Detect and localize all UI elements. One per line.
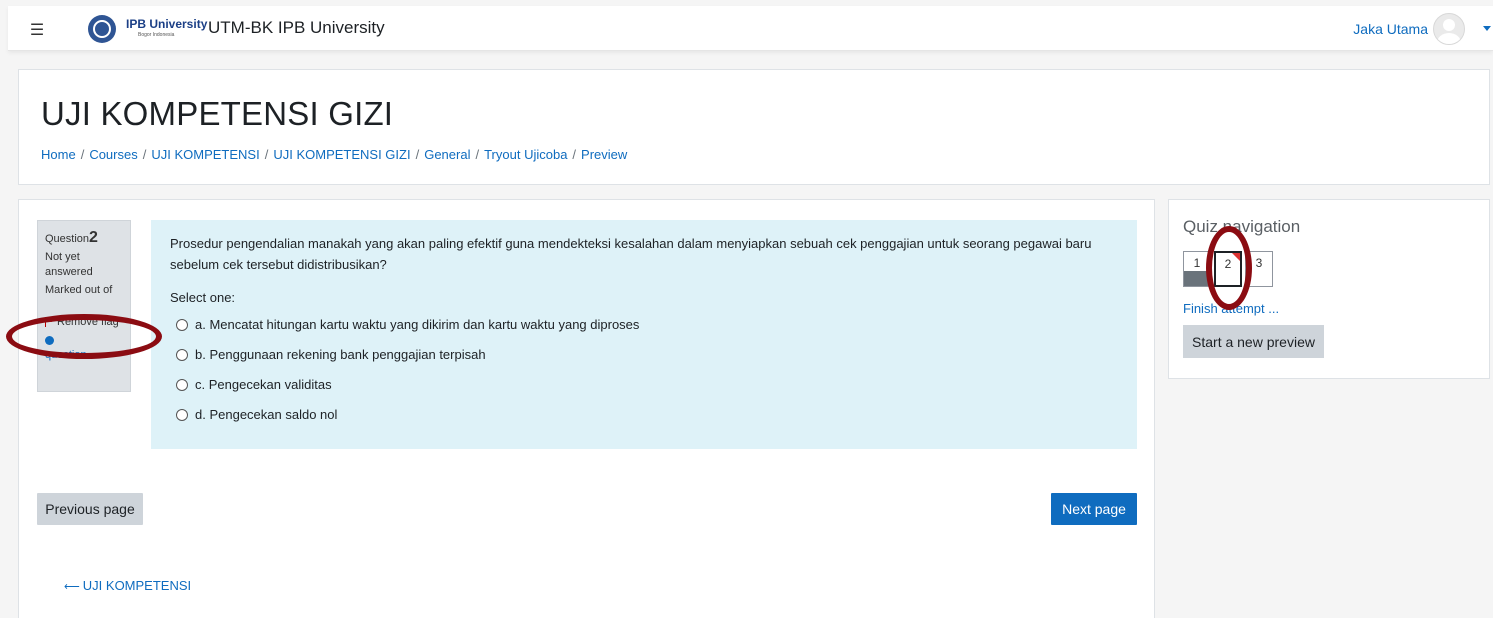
radio-a[interactable] — [176, 318, 188, 331]
breadcrumb-home[interactable]: Home — [41, 147, 76, 162]
quiz-navigation-title: Quiz navigation — [1183, 217, 1301, 236]
page-title: UJI KOMPETENSI GIZI — [41, 95, 394, 132]
select-one-prompt: Select one: — [170, 290, 236, 305]
radio-b[interactable] — [176, 348, 188, 361]
edit-question-link[interactable]: question — [45, 333, 123, 363]
quiz-main-region: Question2 Not yet answered Marked out of… — [18, 199, 1155, 618]
answer-option-label: c. Pengecekan validitas — [195, 377, 332, 392]
nav-question-2[interactable]: 2 — [1214, 251, 1242, 287]
ipb-logo[interactable] — [88, 15, 116, 43]
question-marks: Marked out of — [45, 284, 113, 296]
gear-icon — [45, 335, 54, 345]
answer-option-b[interactable]: b. Penggunaan rekening bank penggajian t… — [170, 344, 1118, 365]
top-navbar: ☰ IPB University Bogor Indonesia UTM-BK … — [8, 6, 1493, 51]
arrow-left-icon: ⟵ — [64, 581, 80, 593]
brand-logo-subtext: Bogor Indonesia — [138, 32, 175, 38]
answer-option-a[interactable]: a. Mencatat hitungan kartu waktu yang di… — [170, 314, 1118, 335]
breadcrumb-course[interactable]: UJI KOMPETENSI GIZI — [273, 147, 410, 162]
flag-icon — [45, 317, 52, 327]
question-nav-buttons: 1 2 3 — [1183, 251, 1273, 287]
radio-d[interactable] — [176, 408, 188, 421]
radio-c[interactable] — [176, 378, 188, 391]
answer-option-label: a. Mencatat hitungan kartu waktu yang di… — [195, 317, 640, 332]
edit-question-label: question — [45, 349, 87, 361]
chevron-down-icon[interactable] — [1483, 26, 1491, 31]
question-text: Prosedur pengendalian manakah yang akan … — [170, 236, 1092, 272]
hamburger-icon[interactable]: ☰ — [20, 14, 54, 46]
answer-option-label: b. Penggunaan rekening bank penggajian t… — [195, 347, 486, 362]
breadcrumb-quiz[interactable]: Tryout Ujicoba — [484, 147, 567, 162]
next-page-button[interactable]: Next page — [1051, 493, 1137, 525]
question-info-panel: Question2 Not yet answered Marked out of… — [37, 220, 131, 392]
breadcrumb-section[interactable]: General — [424, 147, 470, 162]
remove-flag-label: Remove flag — [57, 316, 119, 328]
question-number: Question2 — [45, 229, 98, 246]
breadcrumb-courses[interactable]: Courses — [89, 147, 137, 162]
finish-attempt-link[interactable]: Finish attempt ... — [1183, 301, 1279, 316]
user-menu-name[interactable]: Jaka Utama — [1353, 21, 1428, 37]
flag-corner-icon — [1232, 253, 1240, 261]
breadcrumb-category[interactable]: UJI KOMPETENSI — [151, 147, 259, 162]
nav-question-3[interactable]: 3 — [1245, 251, 1273, 287]
question-content: Prosedur pengendalian manakah yang akan … — [151, 220, 1137, 449]
question-status: Not yet answered — [45, 251, 93, 278]
site-name-link[interactable]: UTM-BK IPB University — [208, 18, 385, 38]
brand-logo-text: IPB University — [126, 17, 208, 31]
previous-page-button[interactable]: Previous page — [37, 493, 143, 525]
answer-option-d[interactable]: d. Pengecekan saldo nol — [170, 404, 1118, 425]
quiz-navigation-block: Quiz navigation 1 2 3 Finish attempt ...… — [1168, 199, 1490, 379]
avatar[interactable] — [1433, 13, 1465, 45]
back-link-label: UJI KOMPETENSI — [82, 578, 192, 593]
answer-option-label: d. Pengecekan saldo nol — [195, 407, 338, 422]
answer-option-c[interactable]: c. Pengecekan validitas — [170, 374, 1118, 395]
page-header: UJI KOMPETENSI GIZI Home / Courses / UJI KOM… — [18, 69, 1490, 185]
nav-question-1[interactable]: 1 — [1183, 251, 1211, 287]
remove-flag-toggle[interactable]: Remove flag — [45, 316, 123, 328]
start-new-preview-button[interactable]: Start a new preview — [1183, 325, 1324, 358]
breadcrumb-preview[interactable]: Preview — [581, 147, 627, 162]
back-to-course-link[interactable]: ⟵ UJI KOMPETENSI — [64, 578, 191, 593]
breadcrumb: Home / Courses / UJI KOMPETENSI / UJI KOMPETEN… — [41, 147, 628, 162]
